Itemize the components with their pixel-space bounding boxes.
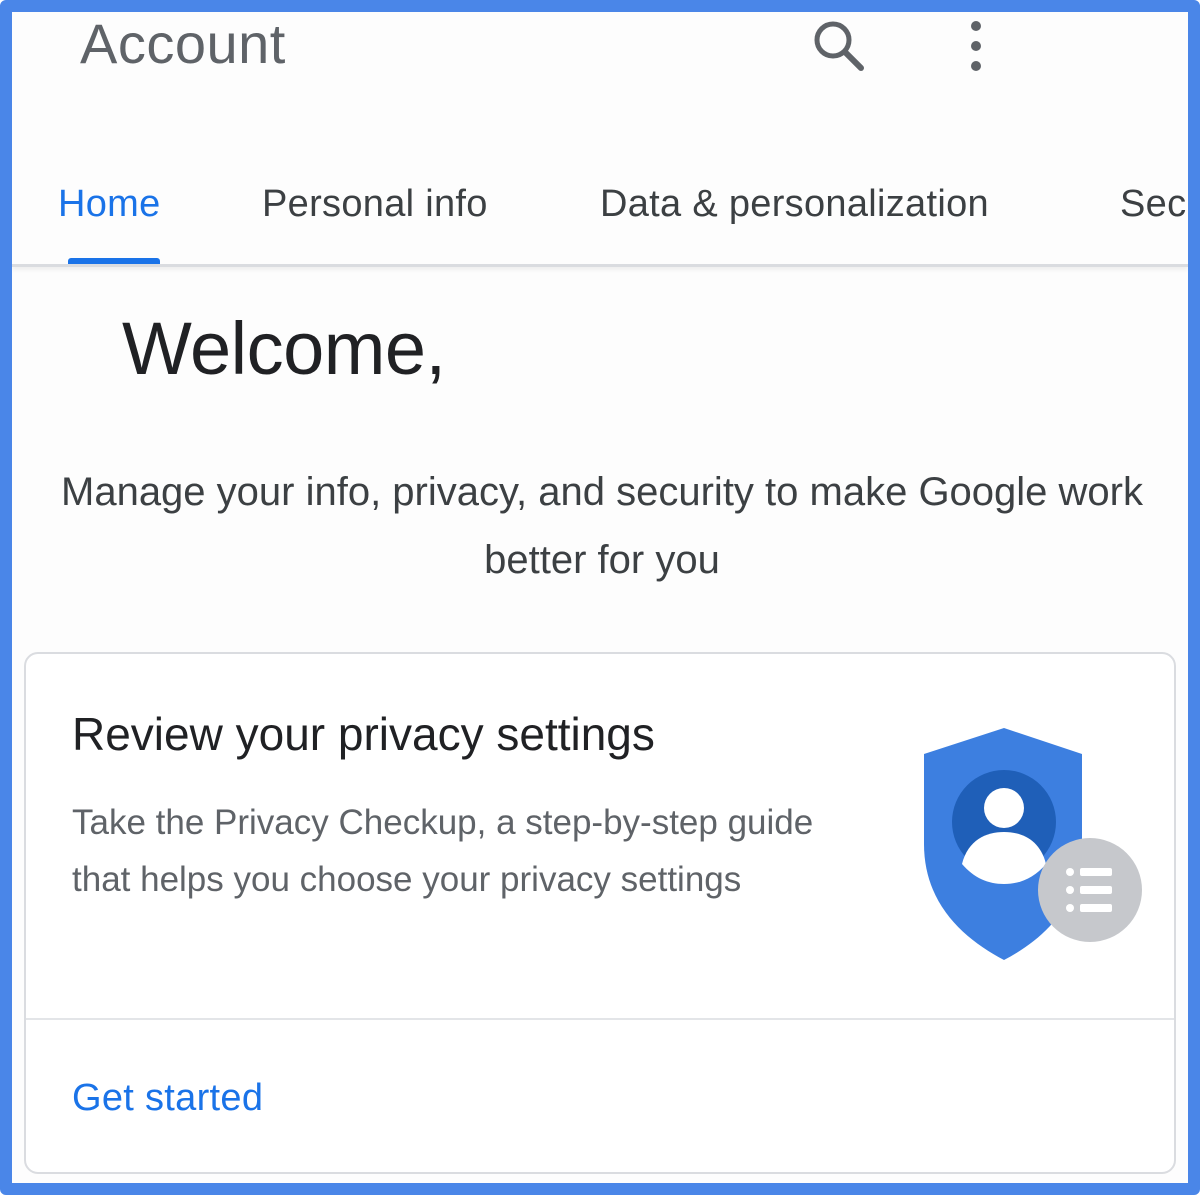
privacy-checkup-card: Review your privacy settings Take the Pr… (24, 652, 1176, 1174)
card-title: Review your privacy settings (72, 708, 655, 760)
card-description: Take the Privacy Checkup, a step-by-step… (72, 803, 814, 899)
privacy-illustration (904, 724, 1144, 964)
welcome-heading: Welcome, (122, 307, 446, 390)
search-button[interactable] (807, 14, 871, 78)
card-divider (26, 1018, 1174, 1020)
more-vert-icon (971, 21, 981, 71)
welcome-subtitle: Manage your info, privacy, and security … (61, 470, 1143, 582)
active-tab-indicator (68, 258, 160, 264)
more-options-button[interactable] (952, 14, 1000, 78)
tab-security[interactable]: Sec (1120, 180, 1186, 228)
tab-personal-info[interactable]: Personal info (262, 180, 488, 228)
tab-home[interactable]: Home (58, 180, 161, 228)
tab-bar: Home Personal info Data & personalizatio… (12, 152, 1188, 267)
app-title: Account (80, 12, 286, 75)
privacy-shield-icon (924, 728, 1142, 960)
get-started-button[interactable]: Get started (72, 1074, 263, 1122)
search-icon (814, 21, 864, 71)
screenshot-frame: Account Home Personal info Data & person… (0, 0, 1200, 1195)
app-bar: Account (12, 12, 1188, 132)
tab-data-personalization[interactable]: Data & personalization (600, 180, 989, 228)
